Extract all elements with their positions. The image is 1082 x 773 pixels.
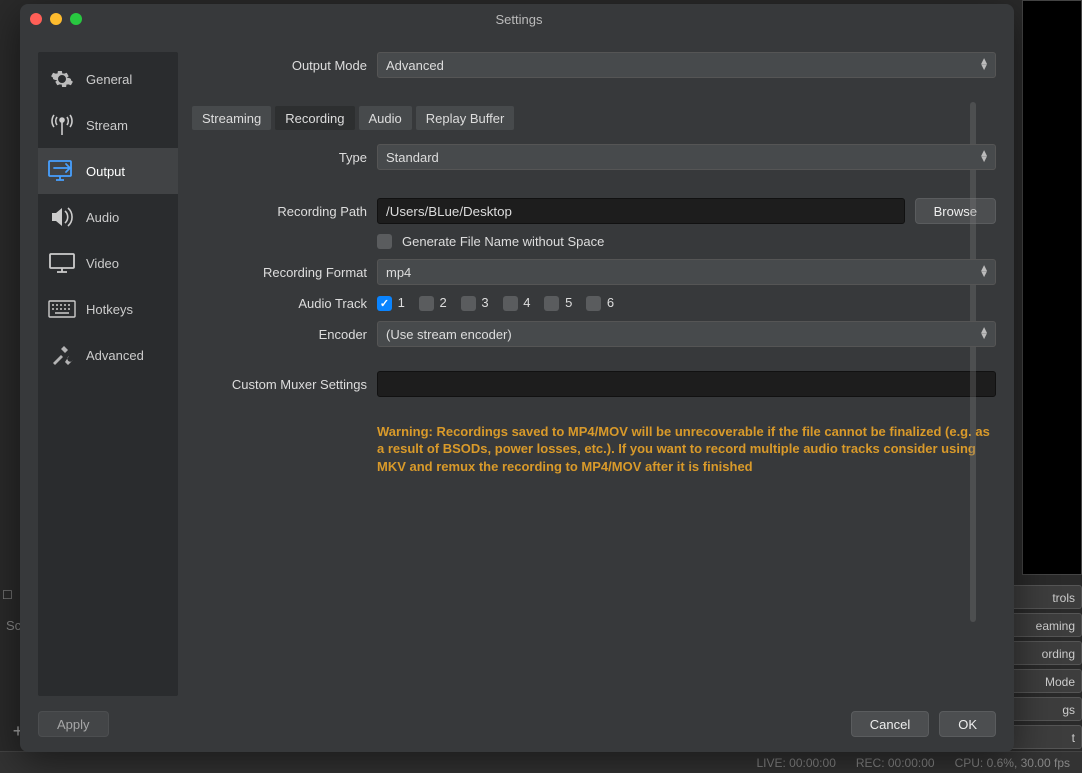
status-cpu: CPU: 0.6%, 30.00 fps — [955, 756, 1070, 770]
sidebar-item-label: General — [86, 72, 132, 87]
audio-track-label: Audio Track — [192, 296, 367, 311]
dialog-footer: Apply Cancel OK — [20, 696, 1014, 752]
ok-button[interactable]: OK — [939, 711, 996, 737]
encoder-label: Encoder — [192, 327, 367, 342]
generate-filename-label: Generate File Name without Space — [402, 234, 604, 249]
tab-recording[interactable]: Recording — [275, 106, 354, 130]
recording-path-input[interactable] — [377, 198, 905, 224]
tab-streaming[interactable]: Streaming — [192, 106, 271, 130]
warning-pause: Warning: Recordings cannot be paused if … — [377, 407, 996, 409]
tab-replay-buffer[interactable]: Replay Buffer — [416, 106, 515, 130]
scrollbar[interactable] — [970, 102, 976, 622]
sidebar: General Stream Output Audio Video Hotkey… — [38, 52, 178, 696]
track-1-checkbox[interactable] — [377, 296, 392, 311]
recording-format-value: mp4 — [386, 265, 411, 280]
recording-format-label: Recording Format — [192, 265, 367, 280]
type-value: Standard — [386, 150, 439, 165]
sidebar-item-output[interactable]: Output — [38, 148, 178, 194]
warning-mp4: Warning: Recordings saved to MP4/MOV wil… — [377, 423, 996, 476]
status-live: LIVE: 00:00:00 — [756, 756, 835, 770]
dock-icon: ☐ — [2, 588, 16, 602]
track-5-checkbox[interactable] — [544, 296, 559, 311]
track-2-label: 2 — [439, 295, 446, 310]
recording-path-label: Recording Path — [192, 204, 367, 219]
preview-panel — [1022, 0, 1082, 575]
keyboard-icon — [48, 297, 76, 321]
settings-window: Settings General Stream Output Audio Vid — [20, 4, 1014, 752]
monitor-icon — [48, 251, 76, 275]
monitor-arrow-icon — [48, 159, 76, 183]
sidebar-item-label: Hotkeys — [86, 302, 133, 317]
track-5-label: 5 — [565, 295, 572, 310]
output-mode-select[interactable]: Advanced ▲▼ — [377, 52, 996, 78]
muxer-label: Custom Muxer Settings — [192, 377, 367, 392]
muxer-input[interactable] — [377, 371, 996, 397]
cancel-button[interactable]: Cancel — [851, 711, 929, 737]
sidebar-item-hotkeys[interactable]: Hotkeys — [38, 286, 178, 332]
encoder-select[interactable]: (Use stream encoder) ▲▼ — [377, 321, 996, 347]
recording-format-select[interactable]: mp4 ▲▼ — [377, 259, 996, 285]
output-mode-label: Output Mode — [192, 58, 367, 73]
chevron-updown-icon: ▲▼ — [979, 59, 989, 71]
speaker-icon — [48, 205, 76, 229]
sidebar-item-advanced[interactable]: Advanced — [38, 332, 178, 378]
chevron-updown-icon: ▲▼ — [979, 151, 989, 163]
chevron-updown-icon: ▲▼ — [979, 328, 989, 340]
antenna-icon — [48, 113, 76, 137]
sidebar-item-label: Stream — [86, 118, 128, 133]
scenes-label: Sc — [6, 618, 21, 633]
generate-filename-checkbox[interactable] — [377, 234, 392, 249]
gear-icon — [48, 67, 76, 91]
apply-button[interactable]: Apply — [38, 711, 109, 737]
output-tabs: Streaming Recording Audio Replay Buffer — [192, 106, 996, 130]
chevron-updown-icon: ▲▼ — [979, 266, 989, 278]
window-title: Settings — [34, 12, 1004, 27]
status-bar: LIVE: 00:00:00 REC: 00:00:00 CPU: 0.6%, … — [0, 751, 1082, 773]
track-1-label: 1 — [398, 295, 405, 310]
sidebar-item-video[interactable]: Video — [38, 240, 178, 286]
track-4-checkbox[interactable] — [503, 296, 518, 311]
track-4-label: 4 — [523, 295, 530, 310]
titlebar: Settings — [20, 4, 1014, 34]
sidebar-item-label: Output — [86, 164, 125, 179]
sidebar-item-label: Audio — [86, 210, 119, 225]
content-panel: Output Mode Advanced ▲▼ Streaming Record… — [192, 52, 996, 696]
tools-icon — [48, 343, 76, 367]
type-label: Type — [192, 150, 367, 165]
encoder-value: (Use stream encoder) — [386, 327, 512, 342]
sidebar-item-label: Advanced — [86, 348, 144, 363]
status-rec: REC: 00:00:00 — [856, 756, 935, 770]
browse-button[interactable]: Browse — [915, 198, 996, 224]
sidebar-item-stream[interactable]: Stream — [38, 102, 178, 148]
track-3-label: 3 — [481, 295, 488, 310]
sidebar-item-label: Video — [86, 256, 119, 271]
track-6-checkbox[interactable] — [586, 296, 601, 311]
track-6-label: 6 — [607, 295, 614, 310]
sidebar-item-general[interactable]: General — [38, 56, 178, 102]
type-select[interactable]: Standard ▲▼ — [377, 144, 996, 170]
tab-audio[interactable]: Audio — [359, 106, 412, 130]
track-3-checkbox[interactable] — [461, 296, 476, 311]
output-mode-value: Advanced — [386, 58, 444, 73]
track-2-checkbox[interactable] — [419, 296, 434, 311]
sidebar-item-audio[interactable]: Audio — [38, 194, 178, 240]
